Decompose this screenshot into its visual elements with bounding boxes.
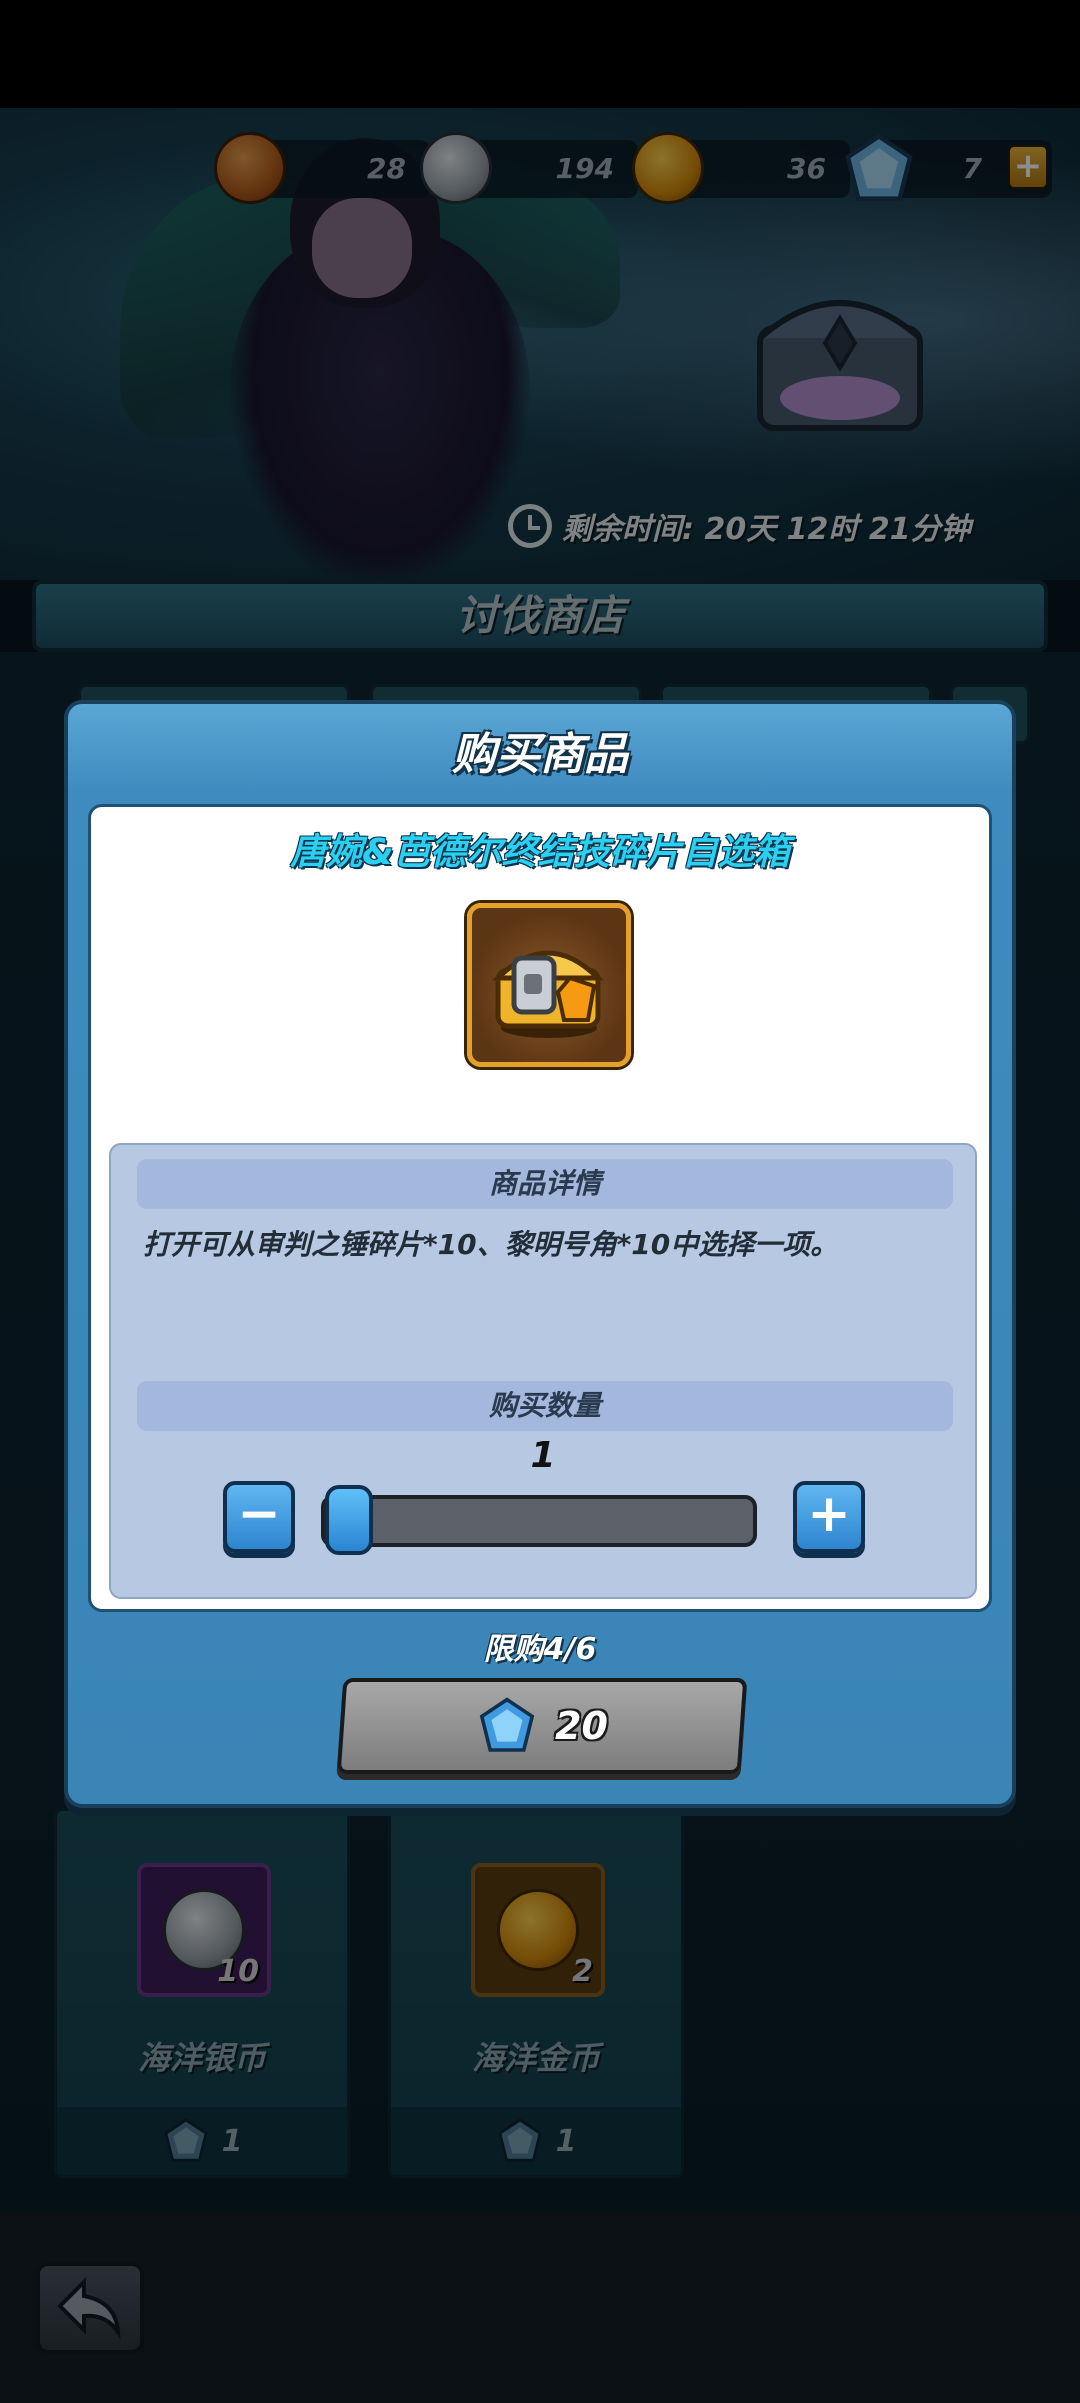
details-header: 商品详情	[137, 1159, 953, 1209]
purchase-dialog: 购买商品 唐婉&芭德尔终结技碎片自选箱 商品详情 打开可从审判之锤碎片*10、黎…	[64, 700, 1016, 1808]
item-description: 打开可从审判之锤碎片*10、黎明号角*10中选择一项。	[143, 1228, 839, 1261]
quantity-value: 1	[530, 1435, 556, 1476]
item-name: 唐婉&芭德尔终结技碎片自选箱	[290, 832, 790, 873]
details-box: 商品详情 打开可从审判之锤碎片*10、黎明号角*10中选择一项。 购买数量 1 …	[109, 1143, 977, 1599]
status-bar	[0, 0, 1080, 108]
increase-quantity-button[interactable]: +	[793, 1481, 865, 1553]
item-icon-frame	[467, 903, 631, 1067]
decrease-quantity-button[interactable]: −	[223, 1481, 295, 1553]
gem-icon	[479, 1697, 534, 1752]
buy-price: 20	[554, 1704, 608, 1748]
quantity-slider-thumb[interactable]	[325, 1485, 373, 1555]
purchase-limit: 限购4/6	[483, 1632, 597, 1667]
quantity-slider[interactable]	[321, 1495, 757, 1547]
dialog-title: 购买商品	[452, 729, 628, 780]
buy-button[interactable]: 20	[336, 1678, 748, 1774]
item-panel: 唐婉&芭德尔终结技碎片自选箱 商品详情 打开可从审判之锤碎片*10、黎明号角*1…	[88, 804, 992, 1612]
quantity-header: 购买数量	[137, 1381, 953, 1431]
chest-icon	[491, 950, 605, 1038]
